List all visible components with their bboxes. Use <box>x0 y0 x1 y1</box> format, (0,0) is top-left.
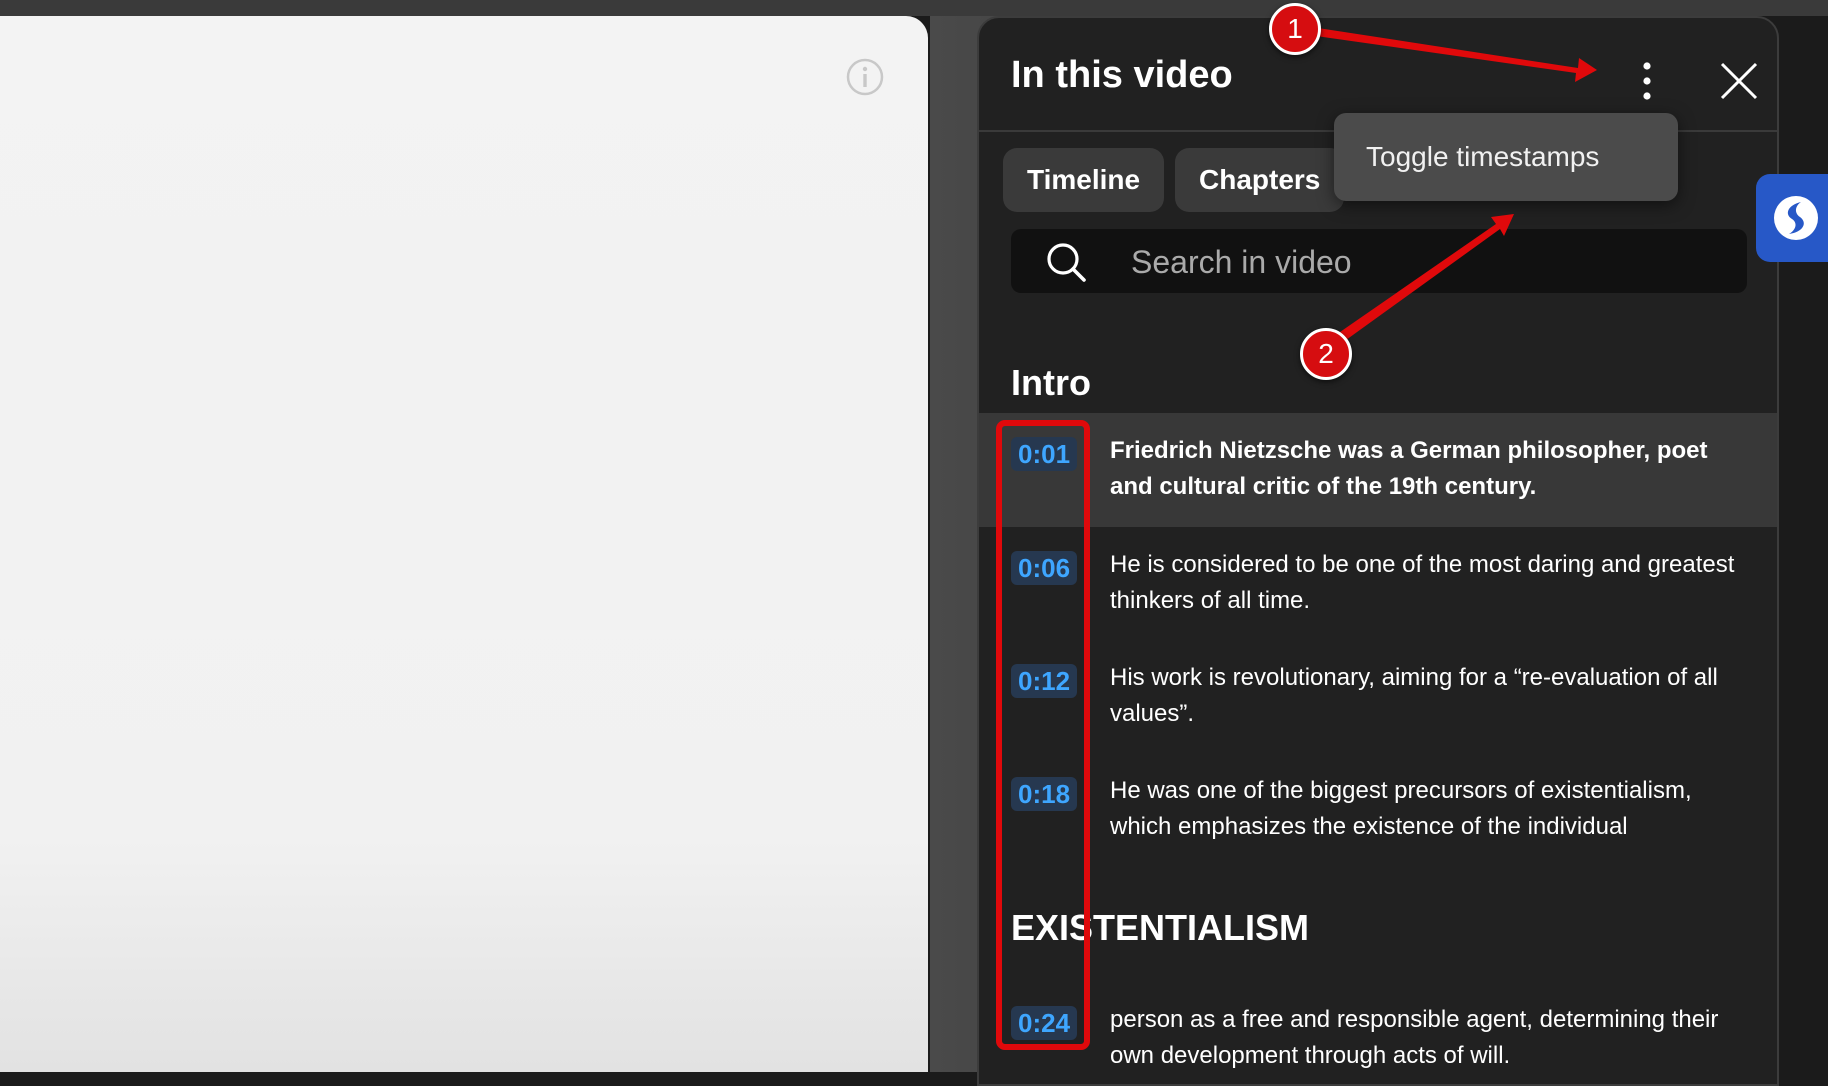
close-icon[interactable] <box>1714 56 1764 106</box>
search-icon <box>1045 241 1087 283</box>
more-vertical-icon[interactable] <box>1629 56 1665 106</box>
transcript-text: He is considered to be one of the most d… <box>1110 547 1740 619</box>
tab-chapters[interactable]: Chapters <box>1175 148 1344 212</box>
annotation-badge-2: 2 <box>1300 328 1352 380</box>
section-title-intro: Intro <box>1011 362 1091 404</box>
timestamp-link[interactable]: 0:12 <box>1011 664 1077 698</box>
timestamp-link[interactable]: 0:06 <box>1011 551 1077 585</box>
transcript-row[interactable]: 0:24 person as a free and responsible ag… <box>979 982 1777 1086</box>
panel-title: In this video <box>1011 54 1233 97</box>
extension-logo-icon <box>1770 192 1822 244</box>
top-bar <box>0 0 1828 16</box>
transcript-text: His work is revolutionary, aiming for a … <box>1110 660 1740 732</box>
transcript-row[interactable]: 0:18 He was one of the biggest precursor… <box>979 753 1777 866</box>
transcript-text: He was one of the biggest precursors of … <box>1110 773 1740 845</box>
extension-side-tab[interactable] <box>1756 174 1828 262</box>
transcript-text: person as a free and responsible agent, … <box>1110 1002 1740 1074</box>
transcript-row[interactable]: 0:01 Friedrich Nietzsche was a German ph… <box>979 413 1777 527</box>
timestamp-link[interactable]: 0:18 <box>1011 777 1077 811</box>
video-player[interactable] <box>0 16 928 1072</box>
search-input[interactable] <box>1129 229 1713 295</box>
tab-timeline[interactable]: Timeline <box>1003 148 1164 212</box>
transcript-row[interactable]: 0:12 His work is revolutionary, aiming f… <box>979 640 1777 753</box>
search-box[interactable] <box>1011 229 1747 293</box>
info-circle-icon[interactable] <box>846 58 884 96</box>
menu-item-toggle-timestamps[interactable]: Toggle timestamps <box>1366 113 1599 201</box>
timestamp-link[interactable]: 0:24 <box>1011 1006 1077 1040</box>
transcript-row[interactable]: 0:06 He is considered to be one of the m… <box>979 527 1777 640</box>
timestamp-link[interactable]: 0:01 <box>1011 437 1077 471</box>
annotation-badge-1: 1 <box>1269 3 1321 55</box>
more-options-menu: Toggle timestamps <box>1334 113 1678 201</box>
section-title-existentialism: EXISTENTIALISM <box>1011 907 1309 949</box>
transcript-text: Friedrich Nietzsche was a German philoso… <box>1110 433 1740 505</box>
